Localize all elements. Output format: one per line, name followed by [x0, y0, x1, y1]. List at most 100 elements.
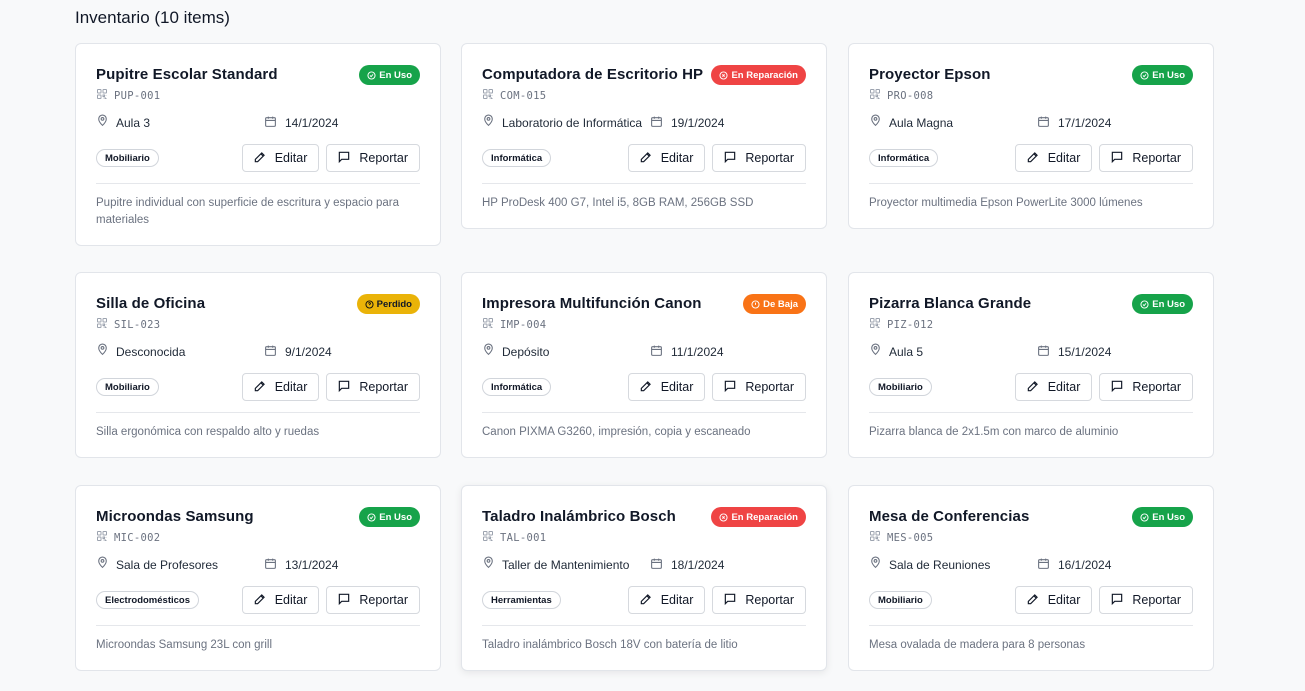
- item-date: 14/1/2024: [285, 116, 339, 130]
- edit-button-label: Editar: [1047, 151, 1081, 165]
- edit-button[interactable]: Editar: [241, 586, 320, 614]
- category-tag: Informática: [482, 149, 552, 167]
- report-button[interactable]: Reportar: [712, 373, 806, 401]
- report-button-label: Reportar: [359, 593, 408, 607]
- map-pin-icon: [482, 114, 495, 132]
- report-button-label: Reportar: [359, 151, 408, 165]
- pencil-icon: [253, 379, 267, 396]
- item-title: Taladro Inalámbrico Bosch: [482, 508, 676, 525]
- category-tag: Herramientas: [482, 591, 561, 609]
- edit-button[interactable]: Editar: [627, 144, 706, 172]
- item-date: 11/1/2024: [671, 345, 724, 359]
- report-button-label: Reportar: [745, 380, 794, 394]
- map-pin-icon: [96, 556, 109, 574]
- report-button-label: Reportar: [1132, 151, 1181, 165]
- item-date: 9/1/2024: [285, 345, 332, 359]
- qr-code-icon: [482, 316, 494, 334]
- report-button[interactable]: Reportar: [326, 373, 420, 401]
- message-square-icon: [1110, 150, 1124, 167]
- inventory-card: Impresora Multifunción Canon De Baja IMP…: [461, 272, 827, 458]
- report-button[interactable]: Reportar: [326, 144, 420, 172]
- inventory-card: Pizarra Blanca Grande En Uso PIZ-012 Aul…: [848, 272, 1214, 458]
- item-title: Mesa de Conferencias: [869, 508, 1030, 525]
- map-pin-icon: [482, 343, 495, 361]
- status-label: En Uso: [1152, 298, 1185, 310]
- message-square-icon: [337, 379, 351, 396]
- item-description: Pizarra blanca de 2x1.5m con marco de al…: [869, 426, 1119, 438]
- edit-button[interactable]: Editar: [241, 373, 320, 401]
- message-square-icon: [1110, 379, 1124, 396]
- category-tag: Mobiliario: [869, 378, 932, 396]
- map-pin-icon: [96, 343, 109, 361]
- calendar-icon: [650, 557, 663, 573]
- report-button[interactable]: Reportar: [1099, 144, 1193, 172]
- pencil-icon: [639, 379, 653, 396]
- edit-button-label: Editar: [660, 593, 694, 607]
- check-circle-icon: [367, 512, 376, 522]
- inventory-card: Mesa de Conferencias En Uso MES-005 Sala…: [848, 485, 1214, 671]
- message-square-icon: [723, 150, 737, 167]
- item-date: 13/1/2024: [285, 558, 339, 572]
- qr-code-icon: [869, 316, 881, 334]
- inventory-card: Microondas Samsung En Uso MIC-002 Sala d…: [75, 485, 441, 671]
- edit-button[interactable]: Editar: [1014, 373, 1093, 401]
- item-code: TAL-001: [500, 532, 547, 544]
- category-tag: Informática: [869, 149, 939, 167]
- pencil-icon: [253, 150, 267, 167]
- item-location: Desconocida: [116, 344, 186, 359]
- x-circle-icon: [719, 70, 729, 80]
- category-tag: Mobiliario: [96, 149, 159, 167]
- qr-code-icon: [869, 87, 881, 105]
- status-badge: De Baja: [743, 294, 806, 314]
- edit-button[interactable]: Editar: [1014, 144, 1093, 172]
- edit-button[interactable]: Editar: [241, 144, 320, 172]
- item-description: Canon PIXMA G3260, impresión, copia y es…: [482, 426, 751, 438]
- status-label: En Uso: [379, 69, 412, 81]
- edit-button-label: Editar: [660, 151, 694, 165]
- item-location: Depósito: [502, 344, 550, 359]
- category-tag: Mobiliario: [96, 378, 159, 396]
- pencil-icon: [1026, 379, 1040, 396]
- qr-code-icon: [482, 87, 494, 105]
- pencil-icon: [639, 150, 653, 167]
- item-description: Proyector multimedia Epson PowerLite 300…: [869, 197, 1143, 209]
- report-button[interactable]: Reportar: [1099, 586, 1193, 614]
- category-tag: Electrodomésticos: [96, 591, 199, 609]
- item-location: Aula 5: [889, 344, 924, 359]
- edit-button[interactable]: Editar: [627, 586, 706, 614]
- calendar-icon: [264, 557, 277, 573]
- item-location: Taller de Mantenimiento: [502, 557, 630, 572]
- report-button[interactable]: Reportar: [712, 586, 806, 614]
- item-description: Microondas Samsung 23L con grill: [96, 639, 272, 651]
- category-tag: Informática: [482, 378, 552, 396]
- edit-button[interactable]: Editar: [1014, 586, 1093, 614]
- edit-button[interactable]: Editar: [627, 373, 706, 401]
- item-code: MIC-002: [114, 532, 161, 544]
- status-badge: En Reparación: [711, 507, 806, 527]
- edit-button-label: Editar: [660, 380, 694, 394]
- calendar-icon: [264, 115, 277, 131]
- report-button[interactable]: Reportar: [326, 586, 420, 614]
- map-pin-icon: [869, 556, 882, 574]
- item-date: 16/1/2024: [1058, 558, 1112, 572]
- item-code: PUP-001: [114, 90, 161, 102]
- pencil-icon: [639, 592, 653, 609]
- check-circle-icon: [1140, 70, 1149, 80]
- check-circle-icon: [367, 70, 376, 80]
- item-description: Mesa ovalada de madera para 8 personas: [869, 639, 1086, 651]
- pencil-icon: [1026, 592, 1040, 609]
- check-circle-icon: [1140, 299, 1149, 309]
- item-description: HP ProDesk 400 G7, Intel i5, 8GB RAM, 25…: [482, 197, 754, 209]
- qr-code-icon: [869, 529, 881, 547]
- calendar-icon: [264, 344, 277, 360]
- item-title: Microondas Samsung: [96, 508, 254, 525]
- status-label: En Reparación: [731, 511, 798, 523]
- report-button[interactable]: Reportar: [1099, 373, 1193, 401]
- pencil-icon: [253, 592, 267, 609]
- item-date: 19/1/2024: [671, 116, 725, 130]
- report-button-label: Reportar: [745, 151, 794, 165]
- report-button[interactable]: Reportar: [712, 144, 806, 172]
- item-code: PIZ-012: [887, 319, 934, 331]
- status-label: En Uso: [1152, 511, 1185, 523]
- calendar-icon: [650, 115, 663, 131]
